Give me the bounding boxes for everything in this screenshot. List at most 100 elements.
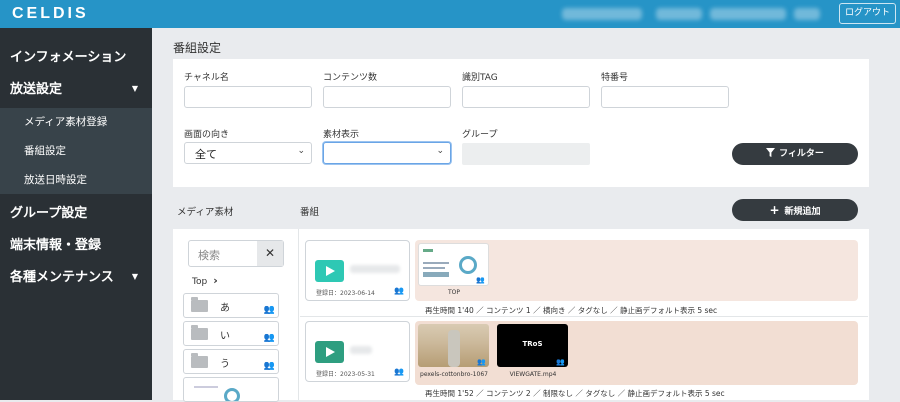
- page-title: 番組設定: [173, 41, 222, 55]
- program-name-redacted: [350, 265, 400, 273]
- folder-name: あ: [220, 303, 230, 314]
- sidebar-item-program-settings[interactable]: 番組設定: [0, 136, 152, 166]
- material-display-select[interactable]: ⌄: [323, 142, 451, 164]
- breadcrumb[interactable]: Top ›: [192, 274, 218, 287]
- add-button-label: 新規追加: [784, 207, 821, 217]
- video-title-text: TRoS: [522, 340, 543, 348]
- orientation-label: 画面の向き: [184, 130, 230, 140]
- program-date: 登録日：2023-06-14: [316, 290, 375, 297]
- folder-icon: [191, 353, 208, 368]
- group-icon: 👥: [556, 358, 565, 366]
- folder-item[interactable]: う 👥: [183, 349, 279, 374]
- sidebar-item-information[interactable]: インフォメーション: [0, 46, 152, 66]
- media-thumbnail[interactable]: 👥: [418, 324, 489, 367]
- sidebar-item-label: 放送日時設定: [24, 174, 87, 186]
- channel-name-label: チャネル名: [184, 73, 229, 83]
- play-icon[interactable]: [315, 260, 344, 282]
- sidebar-item-terminal-info[interactable]: 端末情報・登録: [0, 234, 152, 254]
- tag-label: 識別TAG: [462, 73, 498, 83]
- slide-graphic: [459, 256, 477, 274]
- sidebar-item-label: 放送設定: [10, 82, 63, 97]
- breadcrumb-top[interactable]: Top: [192, 277, 207, 287]
- folder-name: う: [220, 359, 230, 370]
- folder-icon: [191, 297, 208, 312]
- group-icon: 👥: [263, 333, 275, 343]
- channel-name-input[interactable]: [184, 86, 312, 108]
- user-info-redacted: [562, 8, 642, 20]
- media-section-label: メディア素材: [177, 207, 234, 218]
- sidebar-item-label: 端末情報・登録: [10, 238, 102, 253]
- program-date: 登録日：2023-05-31: [316, 371, 375, 378]
- group-icon: 👥: [394, 286, 404, 295]
- media-thumbnail[interactable]: 👥: [418, 243, 489, 286]
- folder-icon: [191, 325, 208, 340]
- group-icon: 👥: [477, 358, 486, 366]
- group-label: グループ: [462, 130, 498, 140]
- chevron-right-icon: ›: [213, 274, 218, 287]
- app-logo: CELDIS: [12, 5, 89, 22]
- top-bar: CELDIS ログアウト: [0, 0, 900, 28]
- caret-down-icon: ▼: [131, 84, 138, 93]
- group-icon: 👥: [476, 276, 485, 284]
- sidebar-item-label: グループ設定: [10, 206, 88, 221]
- program-name-redacted: [350, 346, 372, 354]
- filter-button-label: フィルター: [779, 149, 824, 159]
- sidebar-item-label: インフォメーション: [10, 50, 127, 65]
- user-info-redacted: [794, 8, 820, 20]
- program-row[interactable]: 登録日：2023-05-31 👥 👥 pexels-cottonbro-1067…: [303, 321, 858, 385]
- material-display-label: 素材表示: [323, 130, 360, 140]
- folder-item[interactable]: い 👥: [183, 321, 279, 346]
- contents-count-input[interactable]: [323, 86, 451, 108]
- user-info-redacted: [656, 8, 702, 20]
- chevron-down-icon: ⌄: [436, 146, 444, 156]
- add-program-button[interactable]: + 新規追加: [732, 199, 858, 221]
- clear-icon[interactable]: ✕: [257, 241, 283, 266]
- sidebar-item-label: 各種メンテナンス: [10, 270, 114, 285]
- folder-name: い: [220, 331, 230, 342]
- sidebar: インフォメーション 放送設定 ▼ メディア素材登録 番組設定 放送日時設定 グルー…: [0, 28, 152, 400]
- special-number-input[interactable]: [601, 86, 729, 108]
- caret-down-icon: ▼: [131, 272, 138, 281]
- filter-panel: チャネル名 コンテンツ数 識別TAG 特番号 画面の向き 全て ⌄ 素材表示 ⌄ …: [173, 59, 869, 187]
- sidebar-item-label: 番組設定: [24, 145, 66, 157]
- group-icon: 👥: [263, 305, 275, 315]
- sidebar-item-media-register[interactable]: メディア素材登録: [0, 108, 152, 136]
- media-thumbnail[interactable]: TRoS 👥: [497, 324, 568, 367]
- photo-figure: [448, 330, 460, 367]
- media-search[interactable]: 検索 ✕: [188, 240, 284, 267]
- media-column: 検索 ✕ Top › あ 👥 い 👥 う 👥: [173, 229, 299, 402]
- program-row[interactable]: 登録日：2023-06-14 👥 👥 TOP: [303, 240, 858, 304]
- program-info: 再生時間 1'52 ／ コンテンツ 2 ／ 制限なし ／ タグなし ／ 静止画デ…: [425, 389, 725, 398]
- orientation-value: 全て: [195, 148, 217, 161]
- folder-item[interactable]: あ 👥: [183, 293, 279, 318]
- special-number-label: 特番号: [601, 73, 629, 83]
- orientation-select[interactable]: 全て ⌄: [184, 142, 312, 164]
- program-card[interactable]: 登録日：2023-05-31 👥: [305, 321, 410, 382]
- media-thumbnail-card[interactable]: [183, 377, 279, 402]
- group-icon: 👥: [263, 361, 275, 371]
- group-field: [462, 143, 590, 165]
- plus-icon: +: [769, 203, 780, 217]
- sidebar-item-schedule-settings[interactable]: 放送日時設定: [0, 166, 152, 194]
- row-divider: [300, 316, 868, 317]
- media-caption: TOP: [447, 289, 460, 296]
- media-caption: pexels-cottonbro-1067: [420, 371, 488, 378]
- program-section-label: 番組: [300, 207, 320, 218]
- filter-button[interactable]: フィルター: [732, 143, 858, 165]
- tag-input[interactable]: [462, 86, 590, 108]
- sidebar-item-group-settings[interactable]: グループ設定: [0, 202, 152, 222]
- logout-button[interactable]: ログアウト: [839, 3, 896, 24]
- chevron-down-icon: ⌄: [297, 146, 305, 156]
- group-icon: 👥: [394, 367, 404, 376]
- content-panel: 検索 ✕ Top › あ 👥 い 👥 う 👥 登録日：2023-06-14 👥 👥: [173, 229, 869, 402]
- play-icon[interactable]: [315, 341, 344, 363]
- sidebar-item-label: メディア素材登録: [24, 116, 108, 128]
- filter-icon: [766, 148, 776, 157]
- sidebar-item-maintenance[interactable]: 各種メンテナンス ▼: [0, 266, 152, 288]
- contents-count-label: コンテンツ数: [323, 73, 378, 83]
- sidebar-item-broadcast-settings[interactable]: 放送設定 ▼: [0, 78, 152, 100]
- user-info-redacted: [710, 8, 786, 20]
- program-info: 再生時間 1'40 ／ コンテンツ 1 ／ 横向き ／ タグなし ／ 静止画デフ…: [425, 306, 718, 315]
- search-input[interactable]: 検索: [198, 247, 220, 263]
- program-card[interactable]: 登録日：2023-06-14 👥: [305, 240, 410, 301]
